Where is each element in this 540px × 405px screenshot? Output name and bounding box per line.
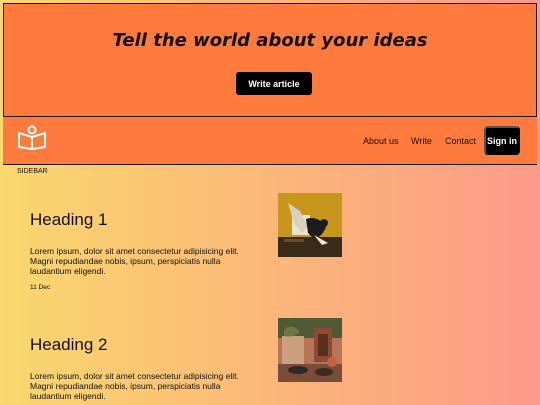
article-body: Lorem ipsum, dolor sit amet consectetur … [30, 246, 239, 276]
nav-link-about-us[interactable]: About us [363, 136, 399, 146]
write-article-button[interactable]: Write article [236, 72, 312, 95]
nav-link-write[interactable]: Write [411, 136, 432, 146]
hero-section: Tell the world about your ideas Write ar… [3, 3, 537, 116]
article-body: Lorem ipsum, dolor sit amet consectetur … [30, 371, 239, 401]
article-date: 11 Dec [30, 284, 51, 291]
hero-title: Tell the world about your ideas [112, 30, 428, 51]
article-thumbnail[interactable] [278, 318, 342, 382]
sidebar-label: SIDEBAR [17, 168, 48, 175]
sign-in-button[interactable]: Sign in [484, 126, 520, 155]
article-thumbnail[interactable] [278, 193, 342, 257]
open-book-icon[interactable] [17, 124, 47, 150]
nav-link-contact[interactable]: Contact [445, 136, 476, 146]
navbar: About us Write Contact Sign in [3, 116, 537, 165]
